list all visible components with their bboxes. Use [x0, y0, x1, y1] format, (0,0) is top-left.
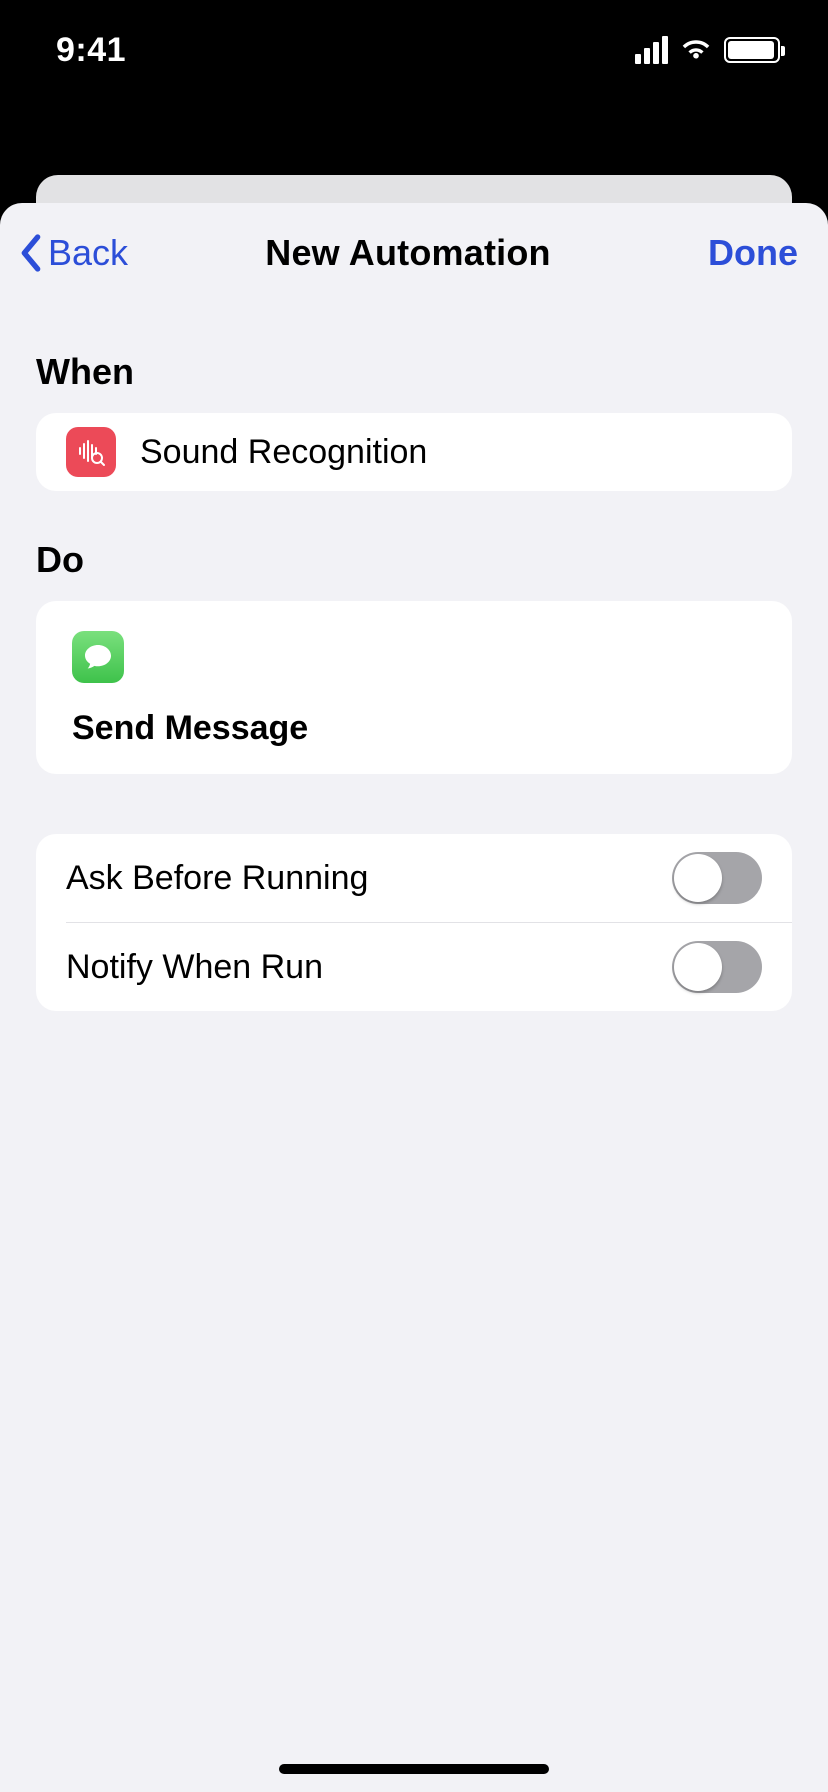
section-header-do: Do — [36, 539, 792, 581]
section-header-when: When — [36, 351, 792, 393]
do-action-label: Send Message — [72, 709, 756, 748]
done-button[interactable]: Done — [618, 232, 798, 274]
ask-before-running-label: Ask Before Running — [66, 859, 368, 898]
notify-when-run-toggle[interactable] — [672, 941, 762, 993]
modal-sheet: Back New Automation Done When — [0, 203, 828, 1792]
nav-bar: Back New Automation Done — [0, 203, 828, 303]
messages-app-icon — [72, 631, 124, 683]
when-card: Sound Recognition — [36, 413, 792, 491]
chevron-left-icon — [18, 233, 44, 273]
options-card: Ask Before Running Notify When Run — [36, 834, 792, 1011]
status-bar: 9:41 — [0, 0, 828, 100]
ask-before-running-toggle[interactable] — [672, 852, 762, 904]
do-card[interactable]: Send Message — [36, 601, 792, 774]
when-trigger-row[interactable]: Sound Recognition — [36, 413, 792, 491]
wifi-icon — [680, 38, 712, 62]
ask-before-running-row: Ask Before Running — [36, 834, 792, 922]
page-title: New Automation — [265, 232, 550, 274]
home-indicator[interactable] — [279, 1764, 549, 1774]
status-indicators — [635, 36, 780, 64]
when-trigger-label: Sound Recognition — [140, 433, 427, 472]
back-label: Back — [48, 232, 128, 274]
battery-icon — [724, 37, 780, 63]
cellular-signal-icon — [635, 36, 668, 64]
notify-when-run-label: Notify When Run — [66, 948, 323, 987]
back-button[interactable]: Back — [18, 232, 198, 274]
sound-recognition-icon — [66, 427, 116, 477]
status-time: 9:41 — [56, 31, 126, 70]
notify-when-run-row: Notify When Run — [36, 923, 792, 1011]
